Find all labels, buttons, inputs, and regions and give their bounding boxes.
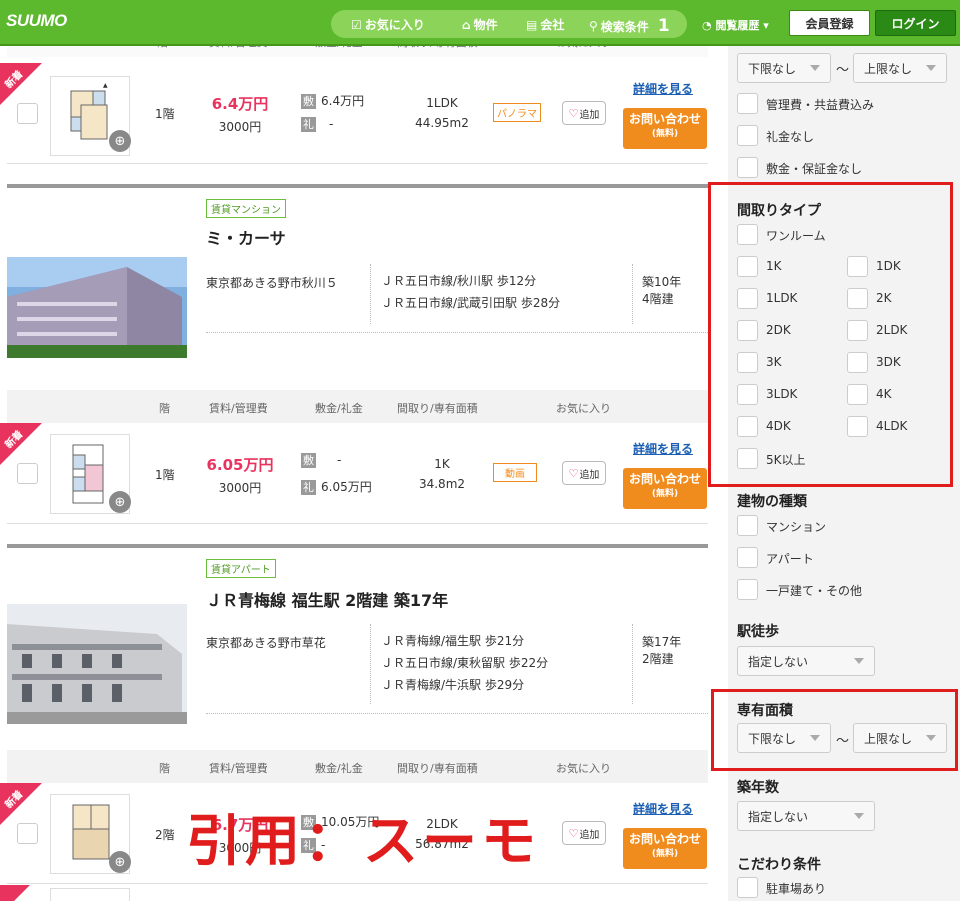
column-separator: [370, 624, 371, 704]
apartment-photo: [7, 604, 187, 724]
rent-value: 6.05万円: [206, 456, 274, 474]
building-photo[interactable]: [7, 257, 187, 358]
key-money-line: 礼-: [301, 117, 334, 132]
table-header: 階 賃料/管理費 敷金/礼金 間取り/専有面積 お気に入り: [7, 750, 708, 783]
nav-companies[interactable]: ▤ 会社: [526, 16, 564, 33]
deposit-line: 敷-: [301, 453, 342, 468]
category-badge: 賃貸マンション: [206, 199, 286, 218]
zoom-icon[interactable]: ⊕: [109, 851, 131, 873]
building-type-house-checkbox[interactable]: [737, 579, 758, 600]
room-row: 新着 ⊕ 1階 6.05万円 3000円 敷- 礼 6.05万円 1K 34.8m2…: [0, 423, 708, 524]
building-name[interactable]: ミ・カーサ: [206, 225, 286, 249]
key-money-line: 礼 6.05万円: [301, 480, 372, 495]
svg-text:▲: ▲: [103, 82, 108, 89]
checkbox-icon: ☑: [351, 17, 362, 32]
favorite-add-button[interactable]: ♡ 追加: [562, 101, 606, 125]
no-key-money-checkbox[interactable]: [737, 125, 758, 146]
column-separator: [632, 624, 633, 704]
register-button[interactable]: 会員登録: [789, 10, 870, 36]
clock-icon: ◔: [702, 19, 716, 32]
layout-info: 1LDK 44.95m2: [415, 96, 469, 130]
walk-time-title: 駅徒歩: [737, 624, 779, 640]
suumo-logo[interactable]: SUUMO: [6, 11, 67, 31]
heart-icon: ♡: [568, 106, 579, 120]
heart-icon: ♡: [568, 826, 579, 840]
detail-link[interactable]: 詳細を見る: [633, 800, 693, 817]
inquiry-button[interactable]: お問い合わせ (無料): [623, 108, 707, 149]
inquiry-button[interactable]: お問い合わせ (無料): [623, 828, 707, 869]
building-divider: [7, 544, 708, 548]
rent-min-select[interactable]: 下限なし: [737, 53, 831, 83]
building-age: 築17年 2階建: [642, 635, 682, 666]
no-deposit-checkbox[interactable]: [737, 157, 758, 178]
top-header: SUUMO ☑ お気に入り ⌂ 物件 ▤ 会社 ⚲ 検索条件 1 ◔ 閲覧履歴 ▾ 会員登…: [0, 0, 960, 46]
login-button[interactable]: ログイン: [875, 10, 956, 36]
nav-favorites[interactable]: ☑ お気に入り: [351, 16, 425, 33]
favorite-add-button[interactable]: ♡ 追加: [562, 821, 606, 845]
zoom-icon[interactable]: ⊕: [109, 130, 131, 152]
range-tilde: ～: [836, 63, 850, 78]
apartment-photo: [7, 257, 187, 358]
building-divider: [7, 184, 708, 188]
nav-saved-searches[interactable]: ⚲ 検索条件 1: [589, 16, 670, 36]
deposit-line: 敷 6.4万円: [301, 94, 365, 109]
table-header: 階 賃料/管理費 敷金/礼金 間取り/専有面積 お気に入り: [7, 46, 708, 57]
building-address: 東京都あきる野市秋川５: [206, 276, 338, 290]
panorama-tag[interactable]: パノラマ: [493, 103, 541, 122]
inquiry-button[interactable]: お問い合わせ (無料): [623, 468, 707, 509]
building-photo[interactable]: [7, 604, 187, 724]
table-header: 階 賃料/管理費 敷金/礼金 間取り/専有面積 お気に入り: [7, 390, 708, 423]
special-conditions-title: こだわり条件: [737, 857, 821, 873]
listing-column: 階 賃料/管理費 敷金/礼金 間取り/専有面積 お気に入り 新着 ▲ ⊕ 1階 …: [0, 46, 728, 901]
room-select-checkbox[interactable]: [17, 463, 38, 484]
building-age-title: 築年数: [737, 780, 779, 796]
layout-info: 1K 34.8m2: [418, 457, 466, 491]
walk-time-select[interactable]: 指定しない: [737, 646, 875, 676]
heart-icon: ♡: [568, 466, 579, 480]
building-age-select[interactable]: 指定しない: [737, 801, 875, 831]
management-fee: 3000円: [218, 120, 262, 134]
parking-checkbox[interactable]: [737, 877, 758, 898]
layout-type-highlight: [708, 182, 953, 487]
history-menu[interactable]: ◔ 閲覧履歴 ▾: [702, 17, 769, 33]
room-select-checkbox[interactable]: [17, 823, 38, 844]
house-icon: ⌂: [462, 17, 471, 32]
station-access: ＪＲ青梅線/福生駅 歩21分 ＪＲ五日市線/東秋留駅 歩22分 ＪＲ青梅線/牛浜駅 …: [381, 634, 549, 692]
nav-properties[interactable]: ⌂ 物件: [462, 16, 498, 33]
row-separator: [206, 332, 708, 333]
column-separator: [632, 264, 633, 324]
building-type-mansion-checkbox[interactable]: [737, 515, 758, 536]
building-icon: ▤: [526, 17, 538, 32]
mgmt-included-checkbox[interactable]: [737, 93, 758, 114]
management-fee: 3000円: [218, 481, 262, 495]
category-badge: 賃貸アパート: [206, 559, 276, 578]
floorplan-thumbnail[interactable]: [50, 888, 130, 901]
new-badge: [0, 885, 30, 901]
zoom-icon[interactable]: ⊕: [109, 491, 131, 513]
room-row: 新着 ▲ ⊕ 1階 6.4万円 3000円 敷 6.4万円 礼- 1LDK 44.9…: [0, 63, 708, 164]
saved-search-count: 1: [657, 16, 670, 36]
favorite-add-button[interactable]: ♡ 追加: [562, 461, 606, 485]
area-highlight: [711, 689, 958, 771]
building-address: 東京都あきる野市草花: [206, 636, 326, 650]
station-access: ＪＲ五日市線/秋川駅 歩12分 ＪＲ五日市線/武蔵引田駅 歩28分: [381, 274, 561, 310]
building-type-title: 建物の種類: [737, 494, 807, 510]
video-tag[interactable]: 動画: [493, 463, 537, 482]
rent-max-select[interactable]: 上限なし: [853, 53, 947, 83]
citation-watermark: 引用：スーモ: [186, 809, 541, 873]
building-age: 築10年 4階建: [642, 275, 682, 306]
building-name[interactable]: ＪＲ青梅線 福生駅 2階建 築17年: [206, 587, 448, 611]
rent-value: 6.4万円: [211, 95, 269, 113]
room-select-checkbox[interactable]: [17, 103, 38, 124]
building-type-apartment-checkbox[interactable]: [737, 547, 758, 568]
detail-link[interactable]: 詳細を見る: [633, 440, 693, 457]
row-separator: [206, 713, 708, 714]
detail-link[interactable]: 詳細を見る: [633, 80, 693, 97]
search-icon: ⚲: [589, 19, 598, 33]
column-separator: [370, 264, 371, 324]
